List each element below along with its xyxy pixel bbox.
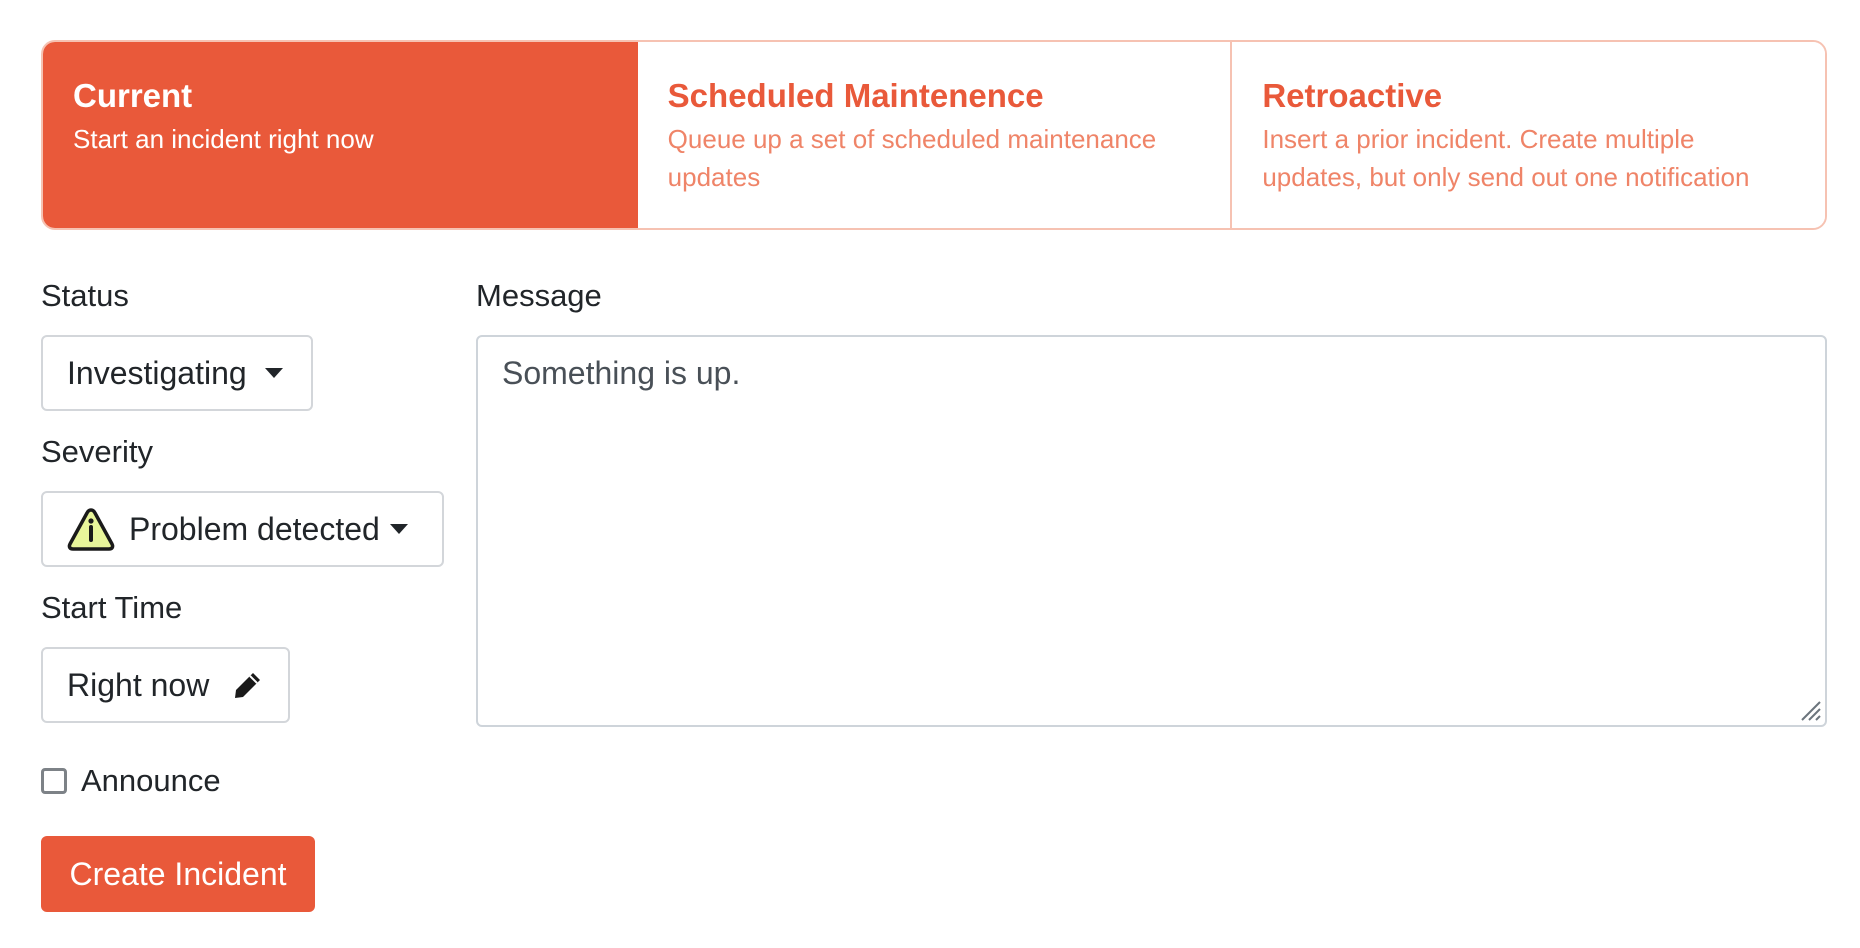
warning-triangle-icon bbox=[67, 507, 115, 551]
announce-label[interactable]: Announce bbox=[81, 763, 221, 799]
pencil-icon bbox=[233, 670, 263, 700]
announce-checkbox[interactable] bbox=[41, 768, 67, 794]
create-incident-button[interactable]: Create Incident bbox=[41, 836, 315, 912]
tab-description: Start an incident right now bbox=[73, 124, 374, 154]
tab-title: Current bbox=[73, 77, 193, 114]
tab-title: Scheduled Maintenence bbox=[667, 77, 1044, 114]
tab-title: Retroactive bbox=[1262, 77, 1443, 114]
start-time-label: Start Time bbox=[41, 590, 183, 625]
severity-dropdown[interactable]: Problem detected bbox=[41, 491, 444, 567]
message-label: Message bbox=[476, 278, 602, 313]
tab-retroactive[interactable]: Retroactive Insert a prior incident. Cre… bbox=[1232, 42, 1825, 228]
tab-description: Insert a prior incident. Create multiple… bbox=[1262, 124, 1750, 192]
tab-current[interactable]: Current Start an incident right now bbox=[43, 42, 638, 228]
start-time-value: Right now bbox=[67, 666, 210, 703]
start-time-button[interactable]: Right now bbox=[41, 647, 290, 723]
severity-value: Problem detected bbox=[129, 510, 380, 547]
message-textarea[interactable]: Something is up. bbox=[476, 335, 1827, 727]
tab-scheduled-maintenance[interactable]: Scheduled Maintenence Queue up a set of … bbox=[637, 42, 1233, 228]
caret-down-icon bbox=[264, 368, 283, 378]
severity-label: Severity bbox=[41, 434, 153, 469]
status-dropdown[interactable]: Investigating bbox=[41, 335, 313, 411]
status-label: Status bbox=[41, 278, 129, 313]
status-value: Investigating bbox=[67, 354, 247, 391]
resize-grip-icon[interactable] bbox=[1798, 698, 1822, 722]
incident-type-tabs: Current Start an incident right now Sche… bbox=[41, 40, 1827, 230]
caret-down-icon bbox=[389, 524, 408, 534]
tab-description: Queue up a set of scheduled maintenance … bbox=[667, 124, 1157, 192]
